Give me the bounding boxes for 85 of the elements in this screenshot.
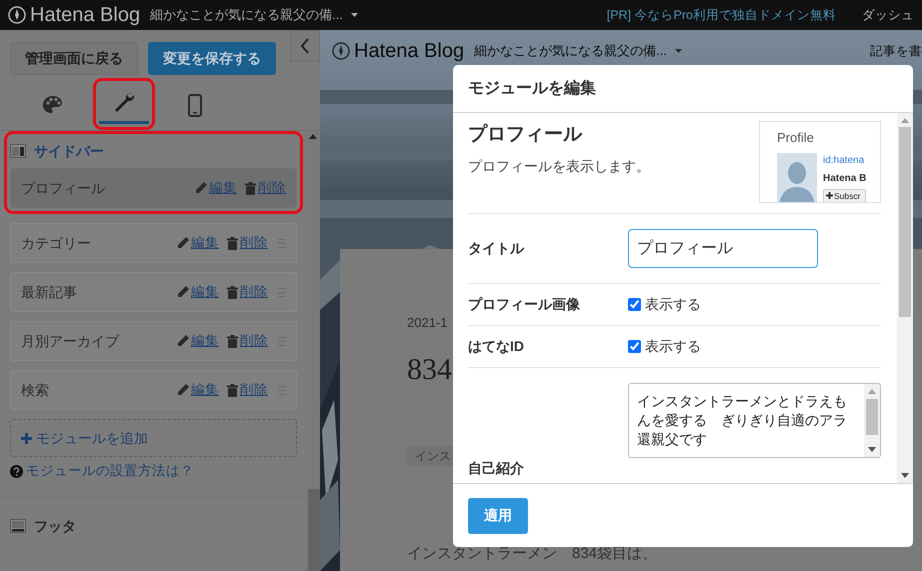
checkbox-label: 表示する [645, 295, 701, 314]
caret-icon [350, 13, 358, 17]
module-item[interactable]: 検索 編集 削除 [10, 370, 297, 410]
trash-icon [227, 236, 238, 250]
checkbox-label: 表示する [645, 337, 701, 356]
wrench-icon [113, 91, 135, 114]
module-name: プロフィール [21, 178, 106, 198]
collapse-button[interactable] [290, 30, 320, 62]
edit-link[interactable]: 編集 [177, 282, 219, 302]
checkbox[interactable] [628, 298, 641, 311]
module-item[interactable]: プロフィール 編集 削除 [10, 168, 297, 208]
scroll-up-icon [868, 389, 876, 394]
post-date: 2021-1 [407, 314, 448, 332]
delete-link[interactable]: 削除 [227, 330, 268, 352]
save-button[interactable]: 変更を保存する [148, 42, 276, 75]
delete-link[interactable]: 削除 [227, 232, 268, 254]
blog-title[interactable]: 細かなことが気になる親父の備... [150, 5, 343, 25]
chevron-icon [300, 38, 310, 54]
module-heading: プロフィール [468, 122, 584, 147]
plus-icon [826, 192, 833, 200]
scrollbar-thumb[interactable] [899, 127, 911, 317]
scrollbar[interactable] [305, 131, 320, 571]
logo-icon [8, 6, 26, 24]
sample-heading: Profile [777, 129, 815, 147]
trash-icon [245, 182, 256, 194]
scroll-up-icon [901, 118, 909, 123]
blog-title[interactable]: 細かなことが気になる親父の備... [474, 41, 667, 61]
scrollbar[interactable] [897, 113, 913, 483]
apply-button[interactable]: 適用 [468, 498, 528, 534]
dashboard-link[interactable]: ダッシュ [862, 6, 914, 24]
module-name: 検索 [21, 380, 50, 400]
edit-link[interactable]: 編集 [177, 232, 219, 254]
add-module-button[interactable]: モジュールを追加 [10, 419, 297, 457]
delete-link[interactable]: 削除 [245, 178, 286, 198]
scrollbar-thumb[interactable] [308, 489, 320, 571]
bio-field[interactable]: インスタントラーメンとドラえもんを愛する ぎりぎり自適のアラ還親父です [628, 383, 881, 458]
scroll-down-icon [868, 447, 876, 452]
plus-icon [21, 432, 32, 444]
promo-link[interactable]: [PR] 今ならPro利用で独自ドメイン無料 [606, 6, 836, 24]
section-title: フッタ [34, 516, 76, 536]
sample-id: id:hatena [823, 154, 866, 168]
modal-title: モジュールを編集 [453, 65, 913, 113]
module-item[interactable]: 月別アーカイブ 編集 削除 [10, 321, 297, 361]
field-label: プロフィール画像 [468, 295, 581, 314]
pencil-icon [195, 182, 207, 194]
delete-link[interactable]: 削除 [227, 282, 268, 302]
edit-link[interactable]: 編集 [177, 380, 219, 400]
module-name: カテゴリー [21, 234, 92, 252]
help-link[interactable]: モジュールの設置方法は？ [26, 461, 194, 482]
layout-icon [10, 519, 26, 534]
field-label: はてなID [468, 337, 525, 356]
logo-icon [332, 42, 350, 60]
layout-icon [10, 144, 26, 158]
logo-text[interactable]: Hatena Blog [354, 36, 464, 66]
pencil-icon [177, 384, 189, 396]
title-field[interactable]: プロフィール [628, 229, 818, 268]
module-name: 月別アーカイブ [21, 332, 120, 350]
edit-link[interactable]: 編集 [195, 178, 237, 198]
caret-icon [674, 49, 682, 53]
avatar-icon [777, 152, 817, 202]
pencil-icon [177, 286, 189, 298]
edit-link[interactable]: 編集 [177, 330, 219, 352]
module-name: 最新記事 [21, 282, 78, 302]
help-icon [10, 464, 23, 478]
post-excerpt: インスタントラーメン 834袋目は、 [407, 544, 658, 564]
checkbox[interactable] [628, 340, 641, 353]
scroll-up-icon [309, 134, 317, 139]
pencil-icon [177, 335, 189, 347]
sample-name: Hatena B [823, 172, 866, 186]
logo-text[interactable]: Hatena Blog [30, 0, 140, 30]
module-description: プロフィールを表示します。 [468, 156, 650, 176]
trash-icon [227, 286, 238, 298]
field-label: タイトル [468, 239, 526, 258]
module-item[interactable]: 最新記事 編集 削除 [10, 272, 297, 312]
pencil-icon [177, 237, 189, 249]
delete-link[interactable]: 削除 [227, 380, 268, 400]
module-item[interactable]: カテゴリー 編集 削除 [10, 223, 297, 263]
trash-icon [227, 334, 238, 348]
scrollbar-thumb[interactable] [866, 399, 878, 435]
scroll-down-icon [901, 473, 909, 478]
back-button[interactable]: 管理画面に戻る [10, 42, 138, 75]
write-link[interactable]: 記事を書 [870, 42, 922, 60]
trash-icon [227, 384, 238, 396]
field-label: 自己紹介 [468, 459, 525, 478]
section-title: サイドバー [34, 142, 104, 160]
